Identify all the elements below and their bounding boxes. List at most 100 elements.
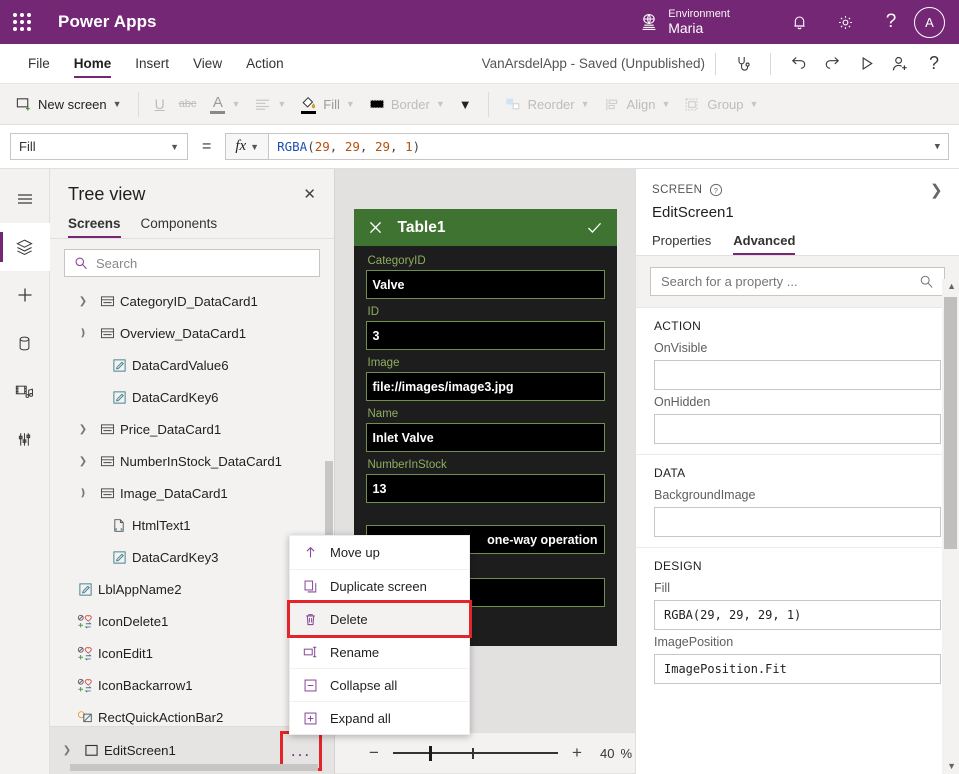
help-icon[interactable]: ?	[917, 44, 951, 84]
border-button[interactable]: Border ▼	[362, 93, 452, 116]
scroll-down-arrow-icon[interactable]: ▼	[947, 761, 956, 771]
brand-title[interactable]: Power Apps	[58, 12, 157, 32]
chevron-right-icon[interactable]: ❯	[72, 456, 94, 467]
field-input[interactable]: 13	[365, 474, 605, 503]
menu-item-insert[interactable]: Insert	[123, 44, 181, 83]
media-icon[interactable]	[0, 367, 50, 415]
menu-item-home[interactable]: Home	[62, 44, 124, 83]
property-search-input[interactable]: Search for a property ...	[650, 267, 945, 296]
chevron-right-icon[interactable]: ❯	[72, 296, 94, 307]
property-search-placeholder: Search for a property ...	[661, 274, 798, 289]
tree-node[interactable]: ❫ Image_DataCard1	[50, 477, 334, 509]
tree-node[interactable]: ❯ NumberInStock_DataCard1	[50, 445, 334, 477]
context-menu-item-rename[interactable]: Rename	[290, 635, 469, 668]
align-button[interactable]: ▼	[247, 93, 293, 115]
align-group-button[interactable]: Align ▼	[597, 93, 678, 116]
zoom-slider[interactable]	[393, 743, 558, 763]
tree-node-label: HtmlText1	[132, 517, 191, 533]
fx-button[interactable]: fx ▼	[225, 133, 269, 160]
zoom-out-button[interactable]: −	[361, 743, 387, 763]
advanced-tools-icon[interactable]	[0, 415, 50, 463]
equals-sign: =	[202, 137, 212, 155]
tab-screens[interactable]: Screens	[68, 212, 121, 238]
hamburger-menu-icon[interactable]	[0, 175, 50, 223]
properties-section: ACTION OnVisible OnHidden	[636, 308, 959, 455]
chevron-down-icon: ▼	[580, 99, 590, 109]
settings-icon[interactable]	[822, 0, 868, 44]
arrow-up-icon	[302, 545, 319, 560]
chevron-right-icon[interactable]: ❯	[930, 181, 943, 199]
slider-handle[interactable]	[429, 745, 433, 761]
close-icon[interactable]: ✕	[299, 183, 320, 206]
property-value-input[interactable]	[654, 507, 941, 537]
tree-node[interactable]: ❫ Overview_DataCard1	[50, 317, 334, 349]
undo-icon[interactable]	[781, 44, 815, 84]
avatar[interactable]: A	[914, 6, 945, 38]
property-selector[interactable]: Fill ▼	[10, 133, 188, 160]
reorder-button[interactable]: Reorder ▼	[498, 93, 597, 116]
insert-plus-icon[interactable]	[0, 271, 50, 319]
expand-all-icon	[302, 711, 319, 726]
search-input[interactable]: Search	[64, 249, 320, 277]
group-button[interactable]: Group ▼	[677, 93, 765, 116]
context-menu-item-move-up[interactable]: Move up	[290, 536, 469, 569]
data-sources-icon[interactable]	[0, 319, 50, 367]
property-value-input[interactable]	[654, 360, 941, 390]
scroll-up-arrow-icon[interactable]: ▲	[947, 281, 956, 291]
field-input[interactable]: 3	[365, 321, 605, 350]
app-checker-icon[interactable]	[726, 44, 760, 84]
property-field: OnVisible	[636, 336, 959, 390]
tree-node[interactable]: ❯ CategoryID_DataCard1	[50, 285, 334, 317]
field-input[interactable]: Valve	[365, 270, 605, 299]
tree-view-layers-icon[interactable]	[0, 223, 50, 271]
strikethrough-button[interactable]: abc	[172, 94, 204, 114]
formula-input[interactable]: RGBA(29, 29, 29, 1) ▼	[268, 133, 949, 160]
chevron-right-icon[interactable]: ❯	[56, 745, 78, 756]
formula-expand-chevron-icon[interactable]: ▼	[935, 142, 940, 152]
new-screen-button[interactable]: New screen ▼	[8, 92, 129, 117]
context-menu-item-collapse-all[interactable]: Collapse all	[290, 668, 469, 701]
help-circle-icon[interactable]: ?	[709, 183, 723, 197]
chevron-down-icon: ▼	[170, 141, 179, 152]
property-value-input[interactable]: RGBA(29, 29, 29, 1)	[654, 600, 941, 630]
tree-node[interactable]: DataCardKey6	[50, 381, 334, 413]
property-value-input[interactable]	[654, 414, 941, 444]
close-icon[interactable]	[367, 219, 384, 236]
form-field: NumberInStock 13	[365, 456, 605, 503]
chevron-down-icon[interactable]: ❫	[72, 488, 94, 499]
menu-item-action[interactable]: Action	[234, 44, 296, 83]
context-menu-label: Duplicate screen	[330, 578, 427, 594]
font-color-button[interactable]: A ▼	[203, 91, 247, 118]
tab-advanced[interactable]: Advanced	[733, 230, 796, 255]
preview-play-icon[interactable]	[849, 44, 883, 84]
menu-item-view[interactable]: View	[181, 44, 234, 83]
tree-node[interactable]: DataCardValue6	[50, 349, 334, 381]
scrollbar-thumb[interactable]	[944, 297, 957, 549]
underline-button[interactable]: U	[148, 93, 172, 115]
environment-switcher[interactable]: Environment Maria	[639, 8, 730, 37]
property-value-input[interactable]: ImagePosition.Fit	[654, 654, 941, 684]
menu-item-file[interactable]: File	[16, 44, 62, 83]
tab-components[interactable]: Components	[141, 212, 218, 238]
ribbon-more-button[interactable]: ▼	[452, 93, 479, 116]
context-menu-item-duplicate-screen[interactable]: Duplicate screen	[290, 569, 469, 602]
context-menu-item-expand-all[interactable]: Expand all	[290, 701, 469, 734]
share-icon[interactable]	[883, 44, 917, 84]
redo-icon[interactable]	[815, 44, 849, 84]
new-screen-label: New screen	[38, 96, 107, 112]
group-label: Group	[707, 96, 744, 112]
zoom-in-button[interactable]: +	[564, 743, 590, 763]
tree-horizontal-scrollbar[interactable]	[70, 764, 318, 771]
checkmark-icon[interactable]	[585, 219, 604, 236]
notifications-icon[interactable]	[776, 0, 822, 44]
field-input[interactable]: Inlet Valve	[365, 423, 605, 452]
chevron-right-icon[interactable]: ❯	[72, 424, 94, 435]
help-icon[interactable]: ?	[868, 0, 914, 44]
context-menu-item-delete[interactable]: Delete	[287, 600, 472, 638]
fill-button[interactable]: Fill ▼	[293, 91, 362, 118]
tree-node[interactable]: ❯ Price_DataCard1	[50, 413, 334, 445]
tab-properties[interactable]: Properties	[652, 230, 711, 255]
app-launcher-icon[interactable]	[0, 0, 44, 44]
field-input[interactable]: file://images/image3.jpg	[365, 372, 605, 401]
chevron-down-icon[interactable]: ❫	[72, 328, 94, 339]
